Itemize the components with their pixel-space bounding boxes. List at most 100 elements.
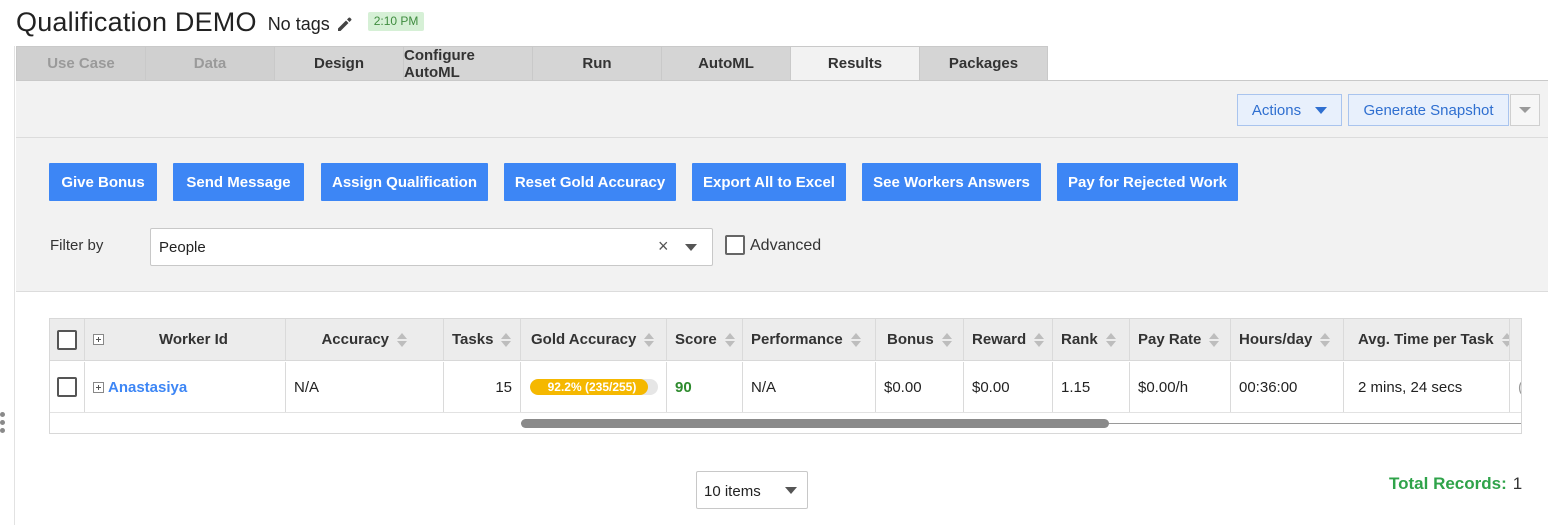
sort-icon[interactable] bbox=[941, 332, 952, 348]
header-tasks[interactable]: Tasks bbox=[444, 319, 521, 360]
chevron-down-icon bbox=[1315, 106, 1328, 114]
results-toolbar: Actions Generate Snapshot bbox=[16, 80, 1548, 138]
header-worker-id[interactable]: Worker Id bbox=[85, 319, 286, 360]
sort-icon[interactable] bbox=[724, 332, 736, 348]
total-records-value: 1 bbox=[1512, 474, 1523, 493]
chevron-down-icon bbox=[785, 487, 797, 494]
worker-link[interactable]: Anastasiya bbox=[108, 379, 187, 396]
advanced-checkbox[interactable] bbox=[725, 235, 745, 255]
tasks-header-label: Tasks bbox=[452, 331, 494, 348]
export-all-to-excel-button[interactable]: Export All to Excel bbox=[692, 163, 846, 201]
tasks-cell: 15 bbox=[444, 362, 521, 412]
row-select-cell bbox=[50, 362, 85, 412]
hours-day-cell: 00:36:00 bbox=[1231, 362, 1344, 412]
page-header: Qualification DEMO No tags 2:10 PM bbox=[16, 4, 425, 40]
overflow-cell: ( bbox=[1510, 362, 1521, 412]
see-workers-answers-button[interactable]: See Workers Answers bbox=[862, 163, 1041, 201]
actions-label: Actions bbox=[1251, 101, 1302, 119]
controls-panel: Give Bonus Send Message Assign Qualifica… bbox=[16, 138, 1548, 292]
filter-value: People bbox=[159, 239, 206, 256]
tab-results[interactable]: Results bbox=[790, 46, 919, 81]
clear-icon[interactable]: × bbox=[658, 236, 669, 257]
total-records-label: Total Records: bbox=[1389, 474, 1507, 493]
resize-handle-icon[interactable] bbox=[0, 412, 6, 436]
horizontal-scrollbar-thumb[interactable] bbox=[521, 419, 1109, 428]
header-performance[interactable]: Performance bbox=[743, 319, 876, 360]
gold-accuracy-text: 92.2% (235/255) bbox=[547, 380, 637, 394]
row-checkbox[interactable] bbox=[57, 377, 77, 397]
snapshot-menu-button[interactable] bbox=[1510, 94, 1540, 126]
performance-header-label: Performance bbox=[751, 331, 843, 348]
tab-configure-automl[interactable]: Configure AutoML bbox=[403, 46, 532, 81]
header-reward[interactable]: Reward bbox=[964, 319, 1053, 360]
header-hours-day[interactable]: Hours/day bbox=[1231, 319, 1344, 360]
accuracy-header-label: Accuracy bbox=[321, 331, 389, 348]
header-avg-time[interactable]: Avg. Time per Task bbox=[1344, 319, 1510, 360]
sort-icon[interactable] bbox=[850, 332, 861, 348]
score-cell: 90 bbox=[667, 362, 743, 412]
time-badge: 2:10 PM bbox=[367, 11, 425, 31]
filter-by-label: Filter by bbox=[50, 237, 104, 254]
gold-accuracy-header-label: Gold Accuracy bbox=[531, 331, 637, 348]
sort-icon[interactable] bbox=[644, 332, 655, 348]
accuracy-cell: N/A bbox=[286, 362, 444, 412]
pay-for-rejected-work-button[interactable]: Pay for Rejected Work bbox=[1057, 163, 1238, 201]
sort-icon[interactable] bbox=[501, 332, 512, 348]
hours-day-header-label: Hours/day bbox=[1239, 331, 1313, 348]
tab-run[interactable]: Run bbox=[532, 46, 661, 81]
reset-gold-accuracy-button[interactable]: Reset Gold Accuracy bbox=[504, 163, 676, 201]
performance-cell: N/A bbox=[743, 362, 876, 412]
pay-rate-header-label: Pay Rate bbox=[1138, 331, 1202, 348]
tags-label[interactable]: No tags bbox=[268, 14, 330, 35]
tab-packages[interactable]: Packages bbox=[919, 46, 1048, 81]
page-title: Qualification DEMO bbox=[16, 6, 257, 37]
worker-id-cell: Anastasiya bbox=[85, 362, 286, 412]
expand-all-icon[interactable] bbox=[93, 334, 104, 345]
header-gold-accuracy[interactable]: Gold Accuracy bbox=[521, 319, 667, 360]
header-score[interactable]: Score bbox=[667, 319, 743, 360]
sort-icon[interactable] bbox=[397, 332, 407, 348]
score-header-label: Score bbox=[675, 331, 717, 348]
sort-icon[interactable] bbox=[1034, 332, 1044, 348]
tab-use-case: Use Case bbox=[16, 46, 145, 81]
gold-accuracy-cell: 92.2% (235/255) bbox=[521, 362, 667, 412]
sort-icon[interactable] bbox=[1320, 332, 1331, 348]
table-row[interactable]: Anastasiya N/A 15 92.2% (235/255) 90 N/A… bbox=[50, 362, 1521, 413]
worker-id-header-label: Worker Id bbox=[159, 331, 228, 348]
filter-select[interactable]: People × bbox=[150, 228, 713, 266]
left-divider bbox=[14, 46, 15, 525]
grid-header-row: Worker Id Accuracy Tasks Gold Accuracy S… bbox=[50, 319, 1521, 361]
header-rank[interactable]: Rank bbox=[1053, 319, 1130, 360]
workers-grid: Worker Id Accuracy Tasks Gold Accuracy S… bbox=[49, 318, 1522, 434]
pencil-icon[interactable] bbox=[336, 15, 354, 33]
send-message-button[interactable]: Send Message bbox=[173, 163, 304, 201]
sort-icon[interactable] bbox=[1105, 332, 1116, 348]
rank-header-label: Rank bbox=[1061, 331, 1098, 348]
give-bonus-button[interactable]: Give Bonus bbox=[49, 163, 157, 201]
generate-snapshot-button[interactable]: Generate Snapshot bbox=[1348, 94, 1509, 126]
header-pay-rate[interactable]: Pay Rate bbox=[1130, 319, 1231, 360]
header-bonus[interactable]: Bonus bbox=[876, 319, 964, 360]
avg-time-header-label: Avg. Time per Task bbox=[1358, 331, 1494, 348]
header-select-cell bbox=[50, 319, 85, 360]
page-size-select[interactable]: 10 items bbox=[696, 471, 808, 509]
rank-cell: 1.15 bbox=[1053, 362, 1130, 412]
tab-design[interactable]: Design bbox=[274, 46, 403, 81]
tab-bar: Use Case Data Design Configure AutoML Ru… bbox=[16, 46, 1048, 81]
select-all-checkbox[interactable] bbox=[57, 329, 77, 350]
header-overflow-cell bbox=[1510, 319, 1521, 360]
sort-icon[interactable] bbox=[1209, 332, 1220, 348]
tab-automl[interactable]: AutoML bbox=[661, 46, 790, 81]
actions-button[interactable]: Actions bbox=[1237, 94, 1342, 126]
expand-row-icon[interactable] bbox=[93, 381, 104, 393]
bonus-header-label: Bonus bbox=[887, 331, 934, 348]
bonus-cell: $0.00 bbox=[876, 362, 964, 412]
chevron-down-icon bbox=[1519, 107, 1531, 113]
reward-header-label: Reward bbox=[972, 331, 1027, 348]
header-accuracy[interactable]: Accuracy bbox=[286, 319, 444, 360]
tab-data: Data bbox=[145, 46, 274, 81]
total-records: Total Records: 1 bbox=[1389, 474, 1522, 494]
assign-qualification-button[interactable]: Assign Qualification bbox=[321, 163, 488, 201]
advanced-label[interactable]: Advanced bbox=[750, 237, 821, 255]
chevron-down-icon[interactable] bbox=[685, 244, 697, 251]
